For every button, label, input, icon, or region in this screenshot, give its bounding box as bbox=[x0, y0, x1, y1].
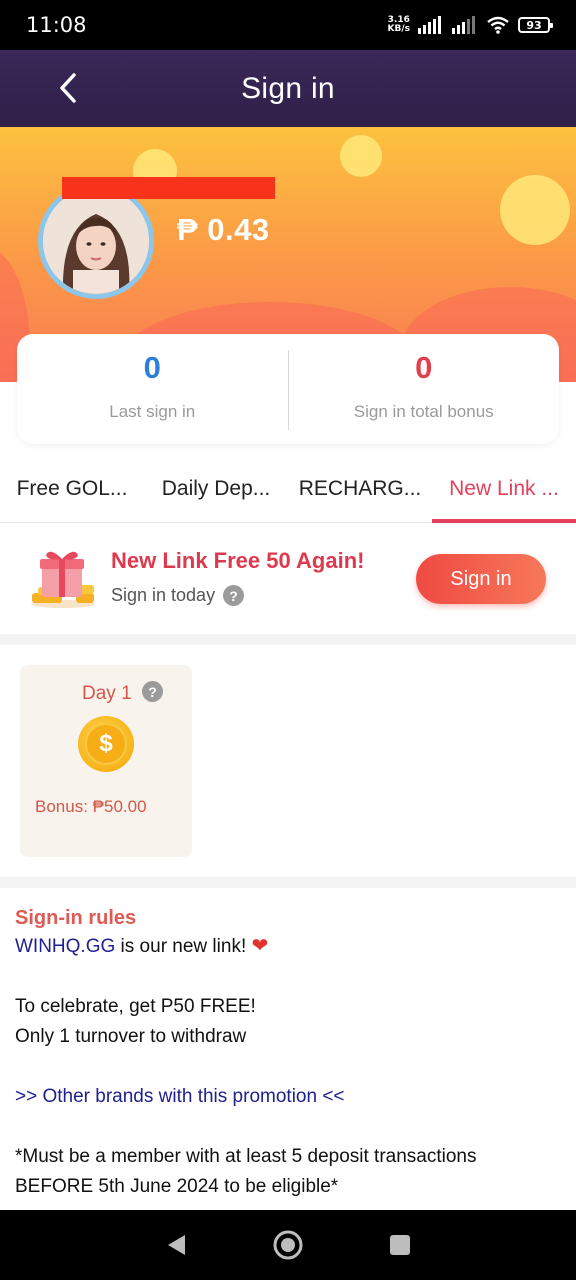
network-speed: 3.16 KB/s bbox=[388, 16, 410, 34]
nav-recents-button[interactable] bbox=[380, 1225, 420, 1265]
rules-line-3: Only 1 turnover to withdraw bbox=[15, 1026, 247, 1047]
day-label: Day 1 bbox=[82, 683, 132, 704]
circle-home-icon bbox=[273, 1230, 303, 1260]
triangle-back-icon bbox=[168, 1235, 185, 1255]
system-nav-bar bbox=[0, 1210, 576, 1280]
tab-daily-deposit[interactable]: Daily Dep... bbox=[144, 456, 288, 522]
page-title: Sign in bbox=[241, 71, 335, 105]
sign-in-today-section: New Link Free 50 Again! Sign in today ? … bbox=[0, 523, 576, 634]
status-bar: 11:08 3.16 KB/s 93 bbox=[0, 0, 576, 50]
sign-in-button[interactable]: Sign in bbox=[416, 554, 546, 604]
section-divider bbox=[0, 634, 576, 645]
rules-line-5: *Must be a member with at least 5 deposi… bbox=[15, 1146, 477, 1167]
day-bonus: Bonus: ₱50.00 bbox=[35, 797, 147, 816]
network-speed-unit: KB/s bbox=[387, 24, 410, 34]
promotion-title: New Link Free 50 Again! bbox=[111, 548, 365, 573]
sign-in-rules: Sign-in rules WINHQ.GG is our new link! … bbox=[0, 888, 576, 1210]
total-bonus-label: Sign in total bonus bbox=[353, 402, 494, 421]
promotion-tabs: Free GOL... Daily Dep... RECHARG... New … bbox=[0, 456, 576, 523]
signal-icon bbox=[418, 16, 441, 34]
chevron-left-icon bbox=[60, 73, 76, 103]
signal-icon-2 bbox=[452, 16, 475, 34]
decor-bubble bbox=[500, 175, 570, 245]
rules-line-2: To celebrate, get P50 FREE! bbox=[15, 996, 256, 1017]
total-bonus-stat: 0 Sign in total bonus bbox=[289, 334, 560, 444]
decor-bubble bbox=[340, 135, 382, 177]
balance-amount: ₱ 0.43 bbox=[177, 212, 270, 247]
help-icon[interactable]: ? bbox=[223, 585, 245, 606]
user-avatar-icon bbox=[43, 188, 149, 294]
rules-spacer bbox=[15, 1052, 561, 1082]
sign-in-stats-card: 0 Last sign in 0 Sign in total bonus bbox=[17, 334, 559, 444]
day-card[interactable]: Day 1 ? $ Bonus: ₱50.00 bbox=[20, 665, 192, 857]
sign-in-today-row: Sign in today ? bbox=[111, 585, 245, 606]
wifi-icon bbox=[487, 16, 509, 34]
rules-line-1-text: is our new link! bbox=[115, 936, 252, 957]
nav-home-button[interactable] bbox=[268, 1225, 308, 1265]
coin-icon: $ bbox=[78, 716, 134, 772]
battery-icon: 93 bbox=[518, 17, 553, 33]
coin-symbol: $ bbox=[85, 723, 127, 765]
app-header: Sign in bbox=[0, 50, 576, 127]
back-button[interactable] bbox=[50, 70, 86, 106]
new-link-text[interactable]: WINHQ.GG bbox=[15, 936, 115, 957]
redacted-username bbox=[62, 177, 275, 199]
sign-in-days: Day 1 ? $ Bonus: ₱50.00 bbox=[0, 645, 576, 877]
last-sign-in-value: 0 bbox=[143, 350, 161, 385]
status-time: 11:08 bbox=[26, 13, 87, 37]
sign-in-today-label: Sign in today bbox=[111, 585, 216, 605]
avatar[interactable] bbox=[38, 183, 154, 299]
last-sign-in-stat: 0 Last sign in bbox=[17, 334, 288, 444]
heart-icon: ❤ bbox=[251, 935, 269, 957]
section-divider bbox=[0, 877, 576, 888]
square-recents-icon bbox=[390, 1235, 410, 1255]
rules-line-link: WINHQ.GG is our new link! ❤ bbox=[15, 931, 561, 962]
tab-free-gold[interactable]: Free GOL... bbox=[0, 456, 144, 522]
last-sign-in-label: Last sign in bbox=[109, 402, 196, 421]
gift-icon bbox=[31, 551, 95, 608]
rules-spacer bbox=[15, 1112, 561, 1142]
total-bonus-value: 0 bbox=[415, 350, 433, 385]
day-help-icon[interactable]: ? bbox=[142, 681, 163, 702]
battery-level: 93 bbox=[526, 18, 542, 32]
tab-new-link[interactable]: New Link ... bbox=[432, 456, 576, 523]
rules-line-6: BEFORE 5th June 2024 to be eligible* bbox=[15, 1176, 339, 1197]
tab-recharge[interactable]: RECHARG... bbox=[288, 456, 432, 522]
other-brands-link[interactable]: >> Other brands with this promotion << bbox=[15, 1082, 561, 1112]
rules-title: Sign-in rules bbox=[15, 907, 137, 929]
nav-back-button[interactable] bbox=[156, 1225, 196, 1265]
rules-spacer bbox=[15, 962, 561, 992]
status-icons: 3.16 KB/s 93 bbox=[388, 16, 553, 34]
